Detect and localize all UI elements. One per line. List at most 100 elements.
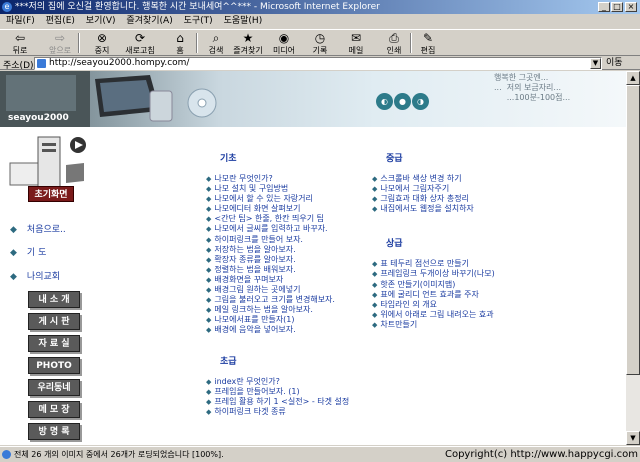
list-item[interactable]: ◆ 배경그림 원하는 곳에넣기	[206, 285, 376, 295]
list-item-label: 표 테두리 점선으로 만들기	[380, 259, 469, 269]
toolbar-separator	[78, 33, 80, 53]
menu-help[interactable]: 도움말(H)	[224, 16, 263, 26]
bullet-icon: ◆	[372, 195, 378, 204]
window-title: ***저의 집에 오신걸 환영합니다. 행복한 시간 보내세여^^*** - M…	[15, 2, 380, 12]
list-item[interactable]: ◆ 내집에서도 웹정을 설치하자	[372, 204, 542, 214]
toolbar-label: 미디어	[272, 46, 296, 55]
list-item[interactable]: ◆ 스크롤바 색상 변경 하기	[372, 174, 542, 184]
menu-view[interactable]: 보기(V)	[86, 16, 116, 26]
column-intermediate-advanced: 중급 ◆ 스크롤바 색상 변경 하기 ◆ 나모에서 그림자주기 ◆ 그림효과 대화 상자 …	[372, 151, 542, 330]
list-item-label: 하이퍼링크 타겟 종류	[214, 406, 286, 416]
favorites-button[interactable]: ★ 즐겨찾기	[230, 31, 266, 57]
sidebar-menu-photo[interactable]: PHOTO	[28, 357, 80, 374]
list-item[interactable]: ◆ 저장하는 법을 알아보자.	[206, 245, 376, 255]
sidebar-link-church[interactable]: ◆ 나의교회	[10, 269, 60, 282]
list-item[interactable]: ◆ 그림을 불러오고 크기를 변경해보자.	[206, 295, 376, 305]
refresh-button[interactable]: ⟳ 새로고침	[122, 31, 158, 57]
list-item[interactable]: ◆ 타임라인 의 개요	[372, 300, 542, 310]
list-item-label: 하이퍼링크를 만들어 보자.	[214, 234, 303, 244]
favorites-icon: ★	[242, 31, 254, 45]
list-item[interactable]: ◆ 하이퍼링크 타겟 종류	[206, 407, 376, 417]
scroll-down-button[interactable]: ▼	[626, 431, 640, 445]
print-button[interactable]: ⎙ 인쇄	[376, 31, 412, 57]
vertical-scrollbar[interactable]: ▲ ▼	[626, 71, 640, 445]
list-item[interactable]: ◆ 나모에디터 화면 살펴보기	[206, 204, 376, 214]
bullet-icon: ◆	[206, 407, 212, 416]
list-item[interactable]: ◆ 나모에서표를 만들자(1)	[206, 315, 376, 325]
list-basic: ◆ 나모란 무엇인가? ◆ 나모 설치 및 구입방법 ◆ 나모에서 할 수 있는 자랑거리…	[206, 174, 376, 336]
scroll-thumb[interactable]	[626, 85, 640, 375]
address-dropdown-button[interactable]: ▼	[590, 58, 601, 69]
list-item[interactable]: ◆ 확장자 종류를 알아보자.	[206, 255, 376, 265]
home-button[interactable]: ⌂ 홈	[162, 31, 198, 57]
sidebar-menu-about[interactable]: 내 소 개	[28, 291, 80, 308]
mail-button[interactable]: ✉ 메일	[338, 31, 374, 57]
list-item[interactable]: ◆ 나모에서 그림자주기	[372, 184, 542, 194]
list-item[interactable]: ◆ 나모에서 할 수 있는 자랑거리	[206, 194, 376, 204]
list-item[interactable]: ◆ 차트만들기	[372, 320, 542, 330]
scroll-up-button[interactable]: ▲	[626, 71, 640, 85]
list-item[interactable]: ◆ 프레임을 만들어보자. (1)	[206, 387, 376, 397]
search-button[interactable]: ⌕ 검색	[198, 31, 234, 57]
banner-button-1[interactable]: ◐	[376, 93, 393, 110]
stop-icon: ⊗	[96, 31, 108, 45]
bullet-icon: ◆	[206, 245, 212, 254]
sidebar-menu-neighborhood[interactable]: 우리동네	[28, 379, 80, 396]
sidebar-link-prayer[interactable]: ◆ 기 도	[10, 245, 46, 258]
edit-button[interactable]: ✎ 편집	[410, 31, 446, 57]
list-item[interactable]: ◆ 위에서 아래로 그림 내려오는 효과	[372, 310, 542, 320]
go-button[interactable]: 이동	[606, 57, 623, 70]
menu-tools[interactable]: 도구(T)	[184, 16, 213, 26]
banner-button-3[interactable]: ◑	[412, 93, 429, 110]
list-item[interactable]: ◆ <간단 팁> 한줄, 한칸 띄우기 팁	[206, 214, 376, 224]
history-icon: ◷	[314, 31, 326, 45]
list-item[interactable]: ◆ 프레임 활용 하기 1 <실전> - 타겟 설정	[206, 397, 376, 407]
list-item[interactable]: ◆ 하이퍼링크를 만들어 보자.	[206, 235, 376, 245]
list-item[interactable]: ◆ 나모에서 글씨를 입력하고 바꾸자.	[206, 224, 376, 234]
sidebar-menu-guestbook[interactable]: 방 명 록	[28, 423, 80, 440]
sidebar-link-label: 나의교회	[26, 272, 61, 282]
sidebar-link-home[interactable]: ◆ 처음으로..	[10, 222, 66, 235]
media-button[interactable]: ◉ 미디어	[266, 31, 302, 57]
bullet-icon: ◆	[206, 296, 212, 305]
stop-button[interactable]: ⊗ 중지	[84, 31, 120, 57]
banner-button-2[interactable]: ●	[394, 93, 411, 110]
intro-button[interactable]: 초기화면	[28, 186, 74, 202]
history-button[interactable]: ◷ 기록	[302, 31, 338, 57]
menu-edit[interactable]: 편집(E)	[46, 16, 75, 26]
list-item[interactable]: ◆ 표에 굴리디 언트 효과를 주자	[372, 290, 542, 300]
list-item[interactable]: ◆ 메일 링크하는 법을 알아보자.	[206, 305, 376, 315]
home-icon: ⌂	[176, 31, 184, 45]
menu-file[interactable]: 파일(F)	[6, 16, 35, 26]
list-item[interactable]: ◆ 표 테두리 점선으로 만들기	[372, 259, 542, 269]
list-item[interactable]: ◆ 배경화면을 꾸며보자	[206, 275, 376, 285]
list-item-label: 나모 설치 및 구입방법	[214, 184, 289, 194]
mail-icon: ✉	[350, 31, 362, 45]
sidebar-menu-memo[interactable]: 메 모 장	[28, 401, 80, 418]
maximize-button[interactable]: □	[611, 2, 623, 12]
sidebar-menu-archive[interactable]: 자 료 실	[28, 335, 80, 352]
bullet-icon: ◆	[206, 316, 212, 325]
sidebar-menu-board[interactable]: 게 시 판	[28, 313, 80, 330]
ie-logo-icon: e	[2, 2, 12, 12]
list-item[interactable]: ◆ 배경에 음악을 넣어보자.	[206, 325, 376, 335]
list-item[interactable]: ◆ 나모 설치 및 구입방법	[206, 184, 376, 194]
list-item[interactable]: ◆ 그림효과 대화 상자 총정리	[372, 194, 542, 204]
list-item[interactable]: ◆ 프레임링크 두개이상 바꾸기(나모)	[372, 269, 542, 279]
back-button[interactable]: ⇦ 뒤로	[2, 31, 38, 57]
list-item[interactable]: ◆ 나모란 무엇인가?	[206, 174, 376, 184]
section-title-basic: 기초	[220, 154, 237, 164]
list-item[interactable]: ◆ 정렬하는 법을 배워보자.	[206, 265, 376, 275]
forward-button[interactable]: ⇨ 앞으로	[42, 31, 78, 57]
list-item-label: 메일 링크하는 법을 알아보자.	[214, 305, 313, 315]
bullet-icon: ◆	[372, 185, 378, 194]
bullet-icon: ◆	[206, 215, 212, 224]
list-item[interactable]: ◆ index란 무엇인가?	[206, 377, 376, 387]
minimize-button[interactable]: _	[598, 2, 610, 12]
menu-favorites[interactable]: 즐겨찾기(A)	[126, 16, 172, 26]
close-button[interactable]: ×	[625, 2, 637, 12]
list-beginner: ◆ index란 무엇인가? ◆ 프레임을 만들어보자. (1) ◆ 프레임 활용 하기 …	[206, 377, 376, 417]
computer-icon	[9, 136, 86, 188]
address-input[interactable]: http://seayou2000.hompy.com/ ▼	[34, 57, 602, 70]
list-item[interactable]: ◆ 핫존 만들기(이미지맵)	[372, 280, 542, 290]
